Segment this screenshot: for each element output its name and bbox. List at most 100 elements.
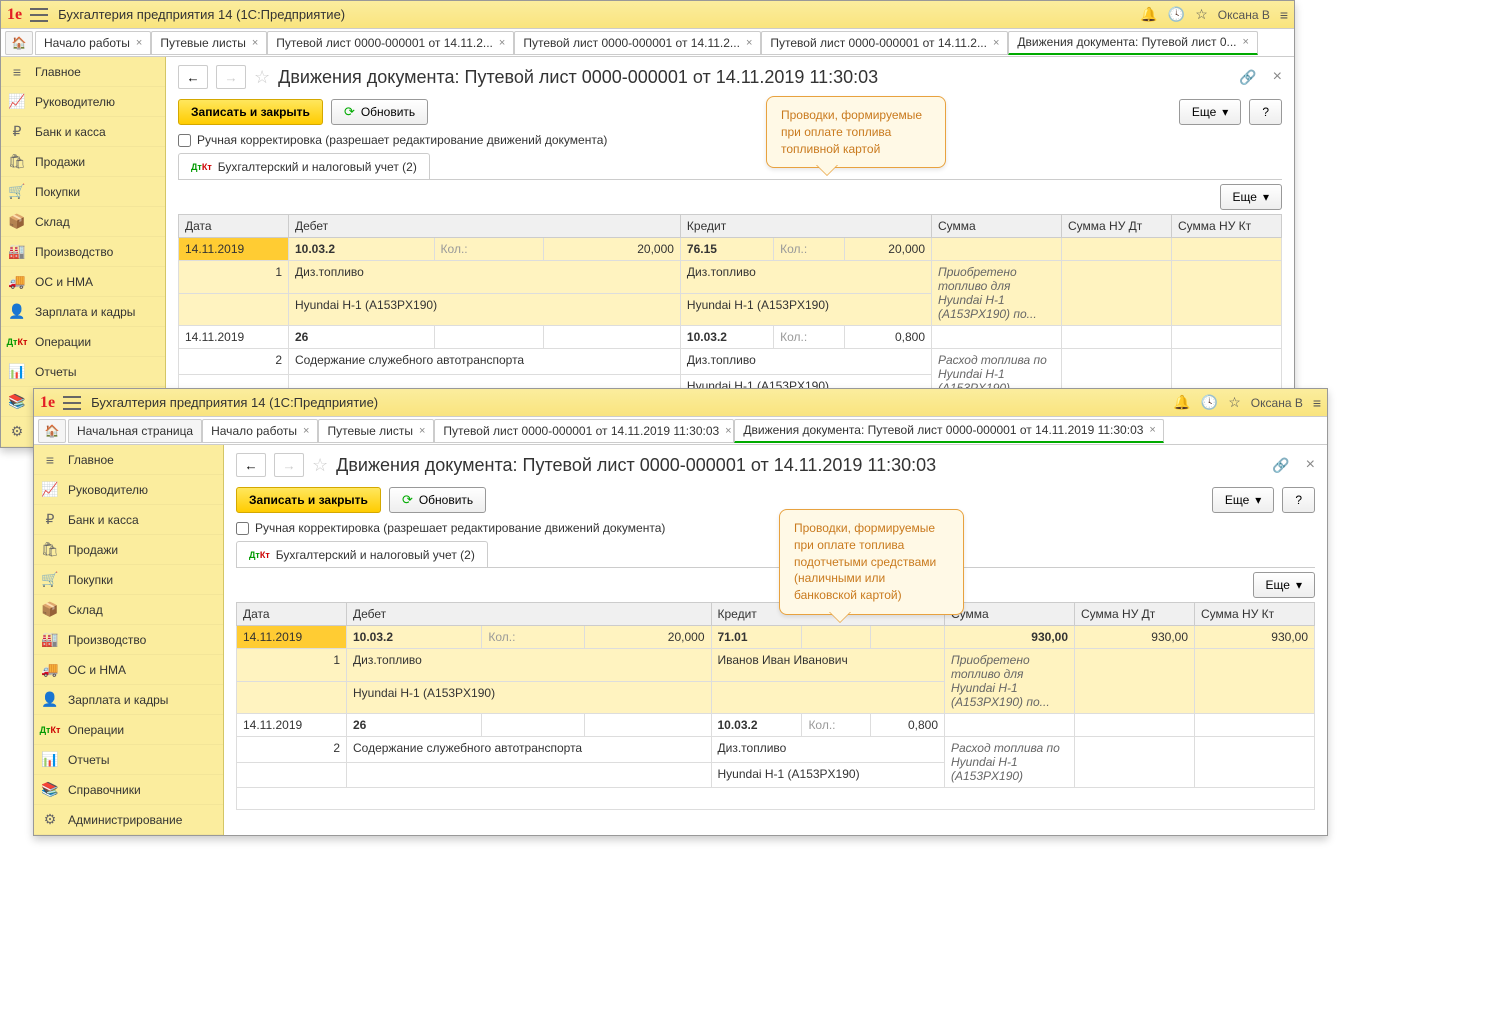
menu-icon[interactable] bbox=[63, 396, 81, 410]
sidebar-item-operations[interactable]: ДтКтОперации bbox=[34, 715, 223, 745]
more-button[interactable]: Еще ▾ bbox=[1212, 487, 1274, 513]
tab-item[interactable]: Путевой лист 0000-000001 от 14.11.2...× bbox=[514, 31, 761, 55]
filter-icon[interactable]: ≡ bbox=[1280, 7, 1288, 23]
tab-item[interactable]: Путевой лист 0000-000001 от 14.11.2...× bbox=[267, 31, 514, 55]
forward-button[interactable]: → bbox=[216, 65, 246, 89]
tab-accounting[interactable]: ДтКт Бухгалтерский и налоговый учет (2) bbox=[178, 153, 430, 179]
sidebar-item-production[interactable]: 🏭Производство bbox=[34, 625, 223, 655]
sidebar-item-directories[interactable]: 📚Справочники bbox=[34, 775, 223, 805]
bell-icon[interactable]: 🔔 bbox=[1173, 394, 1190, 411]
refresh-button[interactable]: ⟳Обновить bbox=[331, 99, 428, 125]
table-row[interactable]: 1 Диз.топливо Иванов Иван Иванович Приоб… bbox=[237, 649, 1315, 682]
col-sum[interactable]: Сумма bbox=[932, 215, 1062, 238]
tab-item[interactable]: Путевые листы× bbox=[318, 419, 434, 443]
table-more-button[interactable]: Еще ▾ bbox=[1220, 184, 1282, 210]
tab-item-active[interactable]: Движения документа: Путевой лист 0...× bbox=[1008, 31, 1258, 55]
col-sum[interactable]: Сумма bbox=[945, 603, 1075, 626]
refresh-button[interactable]: ⟳Обновить bbox=[389, 487, 486, 513]
sidebar-item-sales[interactable]: 🛍Продажи bbox=[1, 147, 165, 177]
history-icon[interactable]: 🕓 bbox=[1168, 6, 1185, 23]
col-sum-nu-kt[interactable]: Сумма НУ Кт bbox=[1172, 215, 1282, 238]
sidebar-item-reports[interactable]: 📊Отчеты bbox=[34, 745, 223, 775]
close-page-icon[interactable]: × bbox=[1273, 68, 1282, 86]
menu-icon[interactable] bbox=[30, 8, 48, 22]
sidebar-item-operations[interactable]: ДтКтОперации bbox=[1, 327, 165, 357]
link-icon[interactable]: 🔗 bbox=[1239, 69, 1256, 86]
col-sum-nu-dt[interactable]: Сумма НУ Дт bbox=[1075, 603, 1195, 626]
more-button[interactable]: Еще ▾ bbox=[1179, 99, 1241, 125]
close-icon[interactable]: × bbox=[303, 425, 309, 437]
close-icon[interactable]: × bbox=[252, 37, 258, 49]
sidebar-item-salary[interactable]: 👤Зарплата и кадры bbox=[1, 297, 165, 327]
tab-item[interactable]: Путевые листы× bbox=[151, 31, 267, 55]
col-sum-nu-dt[interactable]: Сумма НУ Дт bbox=[1062, 215, 1172, 238]
sidebar-item-salary[interactable]: 👤Зарплата и кадры bbox=[34, 685, 223, 715]
tab-item[interactable]: Путевой лист 0000-000001 от 14.11.2...× bbox=[761, 31, 1008, 55]
sidebar-item-main[interactable]: ≡Главное bbox=[1, 57, 165, 87]
home-page-tab[interactable]: Начальная страница bbox=[68, 419, 202, 443]
help-button[interactable]: ? bbox=[1282, 487, 1315, 513]
tab-accounting[interactable]: ДтКт Бухгалтерский и налоговый учет (2) bbox=[236, 541, 488, 567]
sidebar-item-assets[interactable]: 🚚ОС и НМА bbox=[34, 655, 223, 685]
tab-item[interactable]: Начало работы× bbox=[202, 419, 318, 443]
close-icon[interactable]: × bbox=[1149, 424, 1155, 436]
sidebar-item-purchases[interactable]: 🛒Покупки bbox=[1, 177, 165, 207]
bell-icon[interactable]: 🔔 bbox=[1140, 6, 1157, 23]
table-row[interactable]: 14.11.2019 10.03.2Кол.:20,000 71.01 930,… bbox=[237, 626, 1315, 649]
sidebar-item-production[interactable]: 🏭Производство bbox=[1, 237, 165, 267]
link-icon[interactable]: 🔗 bbox=[1272, 457, 1289, 474]
col-debit[interactable]: Дебет bbox=[289, 215, 681, 238]
tab-item[interactable]: Начало работы× bbox=[35, 31, 151, 55]
favorite-star-icon[interactable]: ☆ bbox=[254, 67, 270, 88]
sidebar-item-bank[interactable]: ₽Банк и касса bbox=[34, 505, 223, 535]
table-row[interactable]: 14.11.2019 26 10.03.2Кол.:0,800 bbox=[179, 326, 1282, 349]
close-icon[interactable]: × bbox=[1243, 36, 1249, 48]
back-button[interactable]: ← bbox=[236, 453, 266, 477]
col-sum-nu-kt[interactable]: Сумма НУ Кт bbox=[1195, 603, 1315, 626]
tab-item[interactable]: Путевой лист 0000-000001 от 14.11.2019 1… bbox=[434, 419, 734, 443]
close-icon[interactable]: × bbox=[136, 37, 142, 49]
star-icon[interactable]: ☆ bbox=[1195, 6, 1208, 23]
home-tab-icon[interactable]: 🏠 bbox=[5, 31, 33, 55]
user-label[interactable]: Оксана В bbox=[1218, 8, 1270, 22]
manual-edit-checkbox[interactable] bbox=[178, 134, 191, 147]
sidebar-item-admin[interactable]: ⚙Администрирование bbox=[34, 805, 223, 835]
col-date[interactable]: Дата bbox=[237, 603, 347, 626]
sidebar-item-main[interactable]: ≡Главное bbox=[34, 445, 223, 475]
sidebar-item-reports[interactable]: 📊Отчеты bbox=[1, 357, 165, 387]
table-more-button[interactable]: Еще ▾ bbox=[1253, 572, 1315, 598]
table-row[interactable]: 14.11.2019 10.03.2Кол.:20,000 76.15Кол.:… bbox=[179, 238, 1282, 261]
sidebar-item-warehouse[interactable]: 📦Склад bbox=[34, 595, 223, 625]
manual-edit-checkbox[interactable] bbox=[236, 522, 249, 535]
col-debit[interactable]: Дебет bbox=[347, 603, 712, 626]
close-icon[interactable]: × bbox=[993, 37, 999, 49]
sidebar-item-purchases[interactable]: 🛒Покупки bbox=[34, 565, 223, 595]
sidebar-item-manager[interactable]: 📈Руководителю bbox=[1, 87, 165, 117]
table-row[interactable]: 2 Содержание служебного автотранспорта Д… bbox=[179, 349, 1282, 375]
col-credit[interactable]: Кредит bbox=[680, 215, 931, 238]
save-close-button[interactable]: Записать и закрыть bbox=[178, 99, 323, 125]
close-icon[interactable]: × bbox=[725, 425, 731, 437]
close-icon[interactable]: × bbox=[499, 37, 505, 49]
sidebar-item-manager[interactable]: 📈Руководителю bbox=[34, 475, 223, 505]
star-icon[interactable]: ☆ bbox=[1228, 394, 1241, 411]
table-row[interactable]: 2 Содержание служебного автотранспорта Д… bbox=[237, 737, 1315, 763]
history-icon[interactable]: 🕓 bbox=[1201, 394, 1218, 411]
help-button[interactable]: ? bbox=[1249, 99, 1282, 125]
back-button[interactable]: ← bbox=[178, 65, 208, 89]
tab-item-active[interactable]: Движения документа: Путевой лист 0000-00… bbox=[734, 419, 1164, 443]
close-icon[interactable]: × bbox=[419, 425, 425, 437]
user-label[interactable]: Оксана В bbox=[1251, 396, 1303, 410]
close-icon[interactable]: × bbox=[746, 37, 752, 49]
home-tab-icon[interactable]: 🏠 bbox=[38, 419, 66, 443]
col-date[interactable]: Дата bbox=[179, 215, 289, 238]
save-close-button[interactable]: Записать и закрыть bbox=[236, 487, 381, 513]
table-row[interactable]: 1 Диз.топливо Диз.топливо Приобретено то… bbox=[179, 261, 1282, 294]
sidebar-item-sales[interactable]: 🛍Продажи bbox=[34, 535, 223, 565]
filter-icon[interactable]: ≡ bbox=[1313, 395, 1321, 411]
forward-button[interactable]: → bbox=[274, 453, 304, 477]
sidebar-item-assets[interactable]: 🚚ОС и НМА bbox=[1, 267, 165, 297]
sidebar-item-warehouse[interactable]: 📦Склад bbox=[1, 207, 165, 237]
favorite-star-icon[interactable]: ☆ bbox=[312, 455, 328, 476]
close-page-icon[interactable]: × bbox=[1306, 456, 1315, 474]
